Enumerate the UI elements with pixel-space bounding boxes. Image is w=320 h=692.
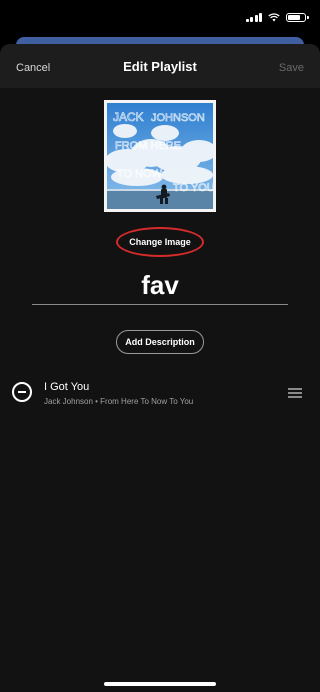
track-subtitle: Jack Johnson • From Here To Now To You (44, 397, 194, 406)
cover-text-line-3: FROM HERE (115, 140, 181, 152)
change-image-button[interactable]: Change Image (118, 237, 202, 247)
cellular-signal-icon (245, 12, 262, 22)
home-indicator (104, 682, 216, 686)
add-description-button[interactable]: Add Description (116, 330, 204, 354)
save-button[interactable]: Save (279, 62, 304, 74)
playlist-name-field[interactable]: fav (0, 270, 320, 301)
cover-text-line-2: JOHNSON (151, 112, 205, 124)
page-title: Edit Playlist (123, 59, 197, 74)
minus-circle-icon[interactable] (12, 382, 32, 402)
track-title: I Got You (44, 381, 90, 393)
cover-text-line-4: TO NOW (117, 168, 163, 180)
edit-playlist-sheet: Cancel Edit Playlist Save JACK JOHNSON F… (0, 44, 320, 692)
playlist-cover[interactable]: JACK JOHNSON FROM HERE TO NOW TO YOU (104, 100, 216, 212)
album-cover-image: JACK JOHNSON FROM HERE TO NOW TO YOU (107, 103, 213, 209)
change-image-highlight: Change Image (116, 227, 204, 257)
cover-text-line-1: JACK (113, 110, 144, 124)
drag-handle-icon[interactable] (288, 388, 302, 398)
battery-icon (286, 12, 309, 22)
status-icons (245, 12, 309, 22)
wifi-icon (268, 12, 280, 21)
nav-bar: Cancel Edit Playlist Save (0, 44, 320, 88)
status-bar (0, 0, 320, 36)
cover-text-line-5: TO YOU (173, 182, 213, 194)
name-underline (32, 304, 288, 305)
track-row: I Got You Jack Johnson • From Here To No… (0, 377, 320, 413)
